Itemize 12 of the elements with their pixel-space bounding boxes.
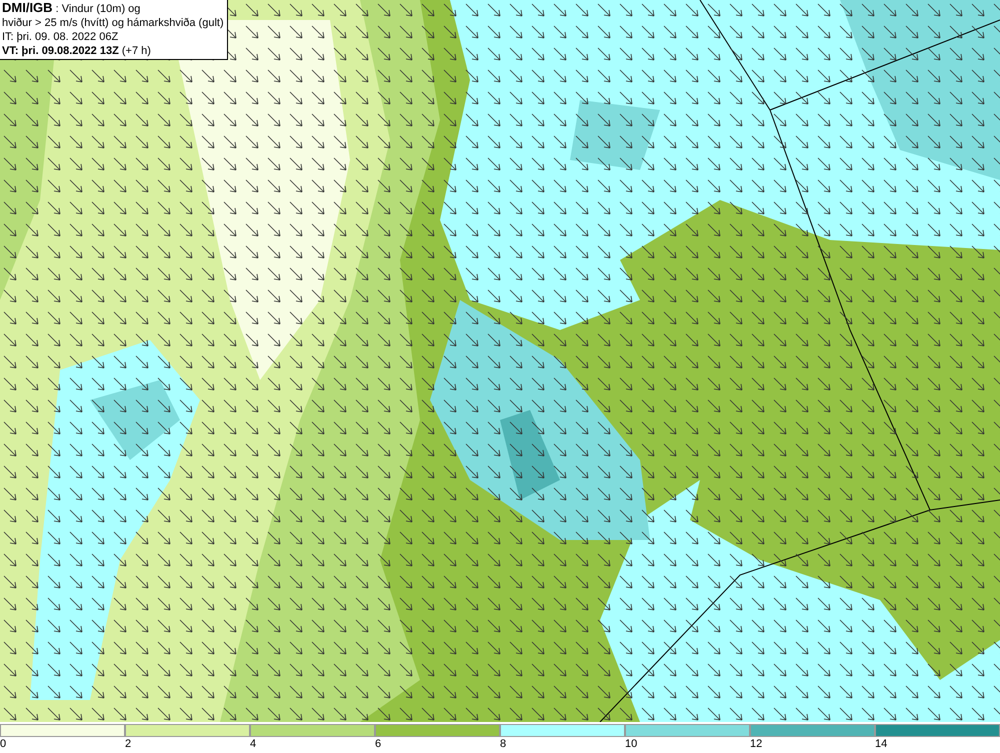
legend-label: 0 xyxy=(0,737,6,751)
legend-label: 8 xyxy=(500,737,506,751)
legend-label: 10 xyxy=(625,737,638,751)
legend-label: 2 xyxy=(125,737,132,751)
title-line: hviður > 25 m/s (hvítt) og hámarkshviða (gult) xyxy=(2,16,224,30)
legend-label: 4 xyxy=(250,737,256,751)
title-line: IT: þri. 09. 08. 2022 06Z xyxy=(2,30,120,44)
legend-label: 12 xyxy=(750,737,762,751)
title-line: VT: þri. 09.08.2022 13Z (+7 h) xyxy=(2,44,152,58)
legend-label: 6 xyxy=(375,737,382,751)
title-line: DMI/IGB : Vindur (10m) og xyxy=(2,1,142,16)
legend-label: 14 xyxy=(875,737,888,751)
